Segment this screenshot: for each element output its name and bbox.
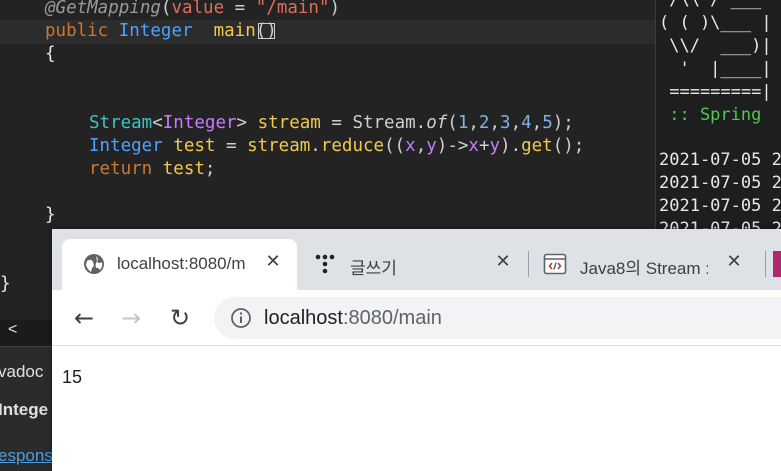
run-console[interactable]: /\\ / ___ ( ( )\___ | \\/ ___)| ' |____|… xyxy=(655,0,781,240)
console-banner-line: \\/ ___)| xyxy=(659,36,772,56)
response-text: 15 xyxy=(62,367,83,387)
tab-strip: localhost:8080/m ✕ 글쓰기 ✕ Java8의 Stream :… xyxy=(52,229,781,290)
code-line-method-signature: public Integer main() xyxy=(45,21,277,41)
address-bar[interactable]: localhost:8080/main xyxy=(214,297,781,339)
console-log-line: 2021-07-05 2 xyxy=(659,150,781,170)
console-log-line: 2021-07-05 2 xyxy=(659,173,781,193)
panel-item-javadoc[interactable]: vadoc xyxy=(0,362,43,382)
reload-button[interactable]: ↻ xyxy=(163,301,197,335)
console-banner-line: =========| xyxy=(659,82,772,102)
panel-link-responses[interactable]: espons xyxy=(0,446,53,466)
info-icon[interactable] xyxy=(230,307,252,333)
url-text: localhost:8080/main xyxy=(264,307,442,330)
code-line-annotation: @GetMapping(value = "/main") xyxy=(45,0,341,18)
back-button[interactable]: ← xyxy=(67,301,101,335)
tab-separator xyxy=(528,251,529,277)
tab-title: 글쓰기 xyxy=(350,259,397,278)
close-icon[interactable]: ✕ xyxy=(262,251,284,273)
console-banner-line: ( ( )\___ | xyxy=(659,13,772,33)
page-content: 15 xyxy=(52,346,781,471)
tistory-icon xyxy=(314,253,336,279)
tab-java8-stream[interactable]: Java8의 Stream : ✕ xyxy=(532,239,752,290)
panel-tab-bar[interactable]: < xyxy=(0,320,52,347)
tab-favicon-partial[interactable] xyxy=(773,251,781,277)
code-line-stream-declaration: Stream<Integer> stream = Stream.of(1,2,3… xyxy=(89,113,574,133)
close-icon[interactable]: ✕ xyxy=(492,251,514,273)
method-parens: () xyxy=(255,21,277,41)
console-spring-line: :: Spring xyxy=(659,105,772,125)
code-line-reduce: Integer test = stream.reduce((x,y)->x+y)… xyxy=(89,136,585,156)
tab-write-post[interactable]: 글쓰기 ✕ xyxy=(302,239,527,290)
javadoc-panel: < vadoc Intege espons xyxy=(0,320,53,471)
tab-separator xyxy=(765,251,766,277)
code-line-return: return test; xyxy=(89,159,216,179)
code-line-close-brace: } xyxy=(45,205,56,225)
forward-button[interactable]: → xyxy=(114,301,148,335)
code-icon xyxy=(543,252,567,280)
code-line-class-close: } xyxy=(0,274,11,294)
tab-title: Java8의 Stream : xyxy=(580,259,708,278)
browser-toolbar: ← → ↻ localhost:8080/main xyxy=(52,290,781,346)
panel-item-integer: Intege xyxy=(0,400,49,419)
close-icon[interactable]: ✕ xyxy=(723,251,745,273)
tab-localhost[interactable]: localhost:8080/m ✕ xyxy=(62,239,297,290)
code-line-open-brace: { xyxy=(45,44,56,64)
console-log-line: 2021-07-05 2 xyxy=(659,196,781,216)
console-banner-line: ' |____| xyxy=(659,59,772,79)
chevron-left-icon[interactable]: < xyxy=(8,321,17,339)
console-banner-line: /\\ / ___ xyxy=(659,0,762,10)
browser-window: localhost:8080/m ✕ 글쓰기 ✕ Java8의 Stream :… xyxy=(52,229,781,471)
url-host: localhost xyxy=(264,307,343,329)
url-path: :8080/main xyxy=(342,307,442,329)
globe-icon xyxy=(83,253,105,279)
tab-title: localhost:8080/m xyxy=(117,254,246,273)
